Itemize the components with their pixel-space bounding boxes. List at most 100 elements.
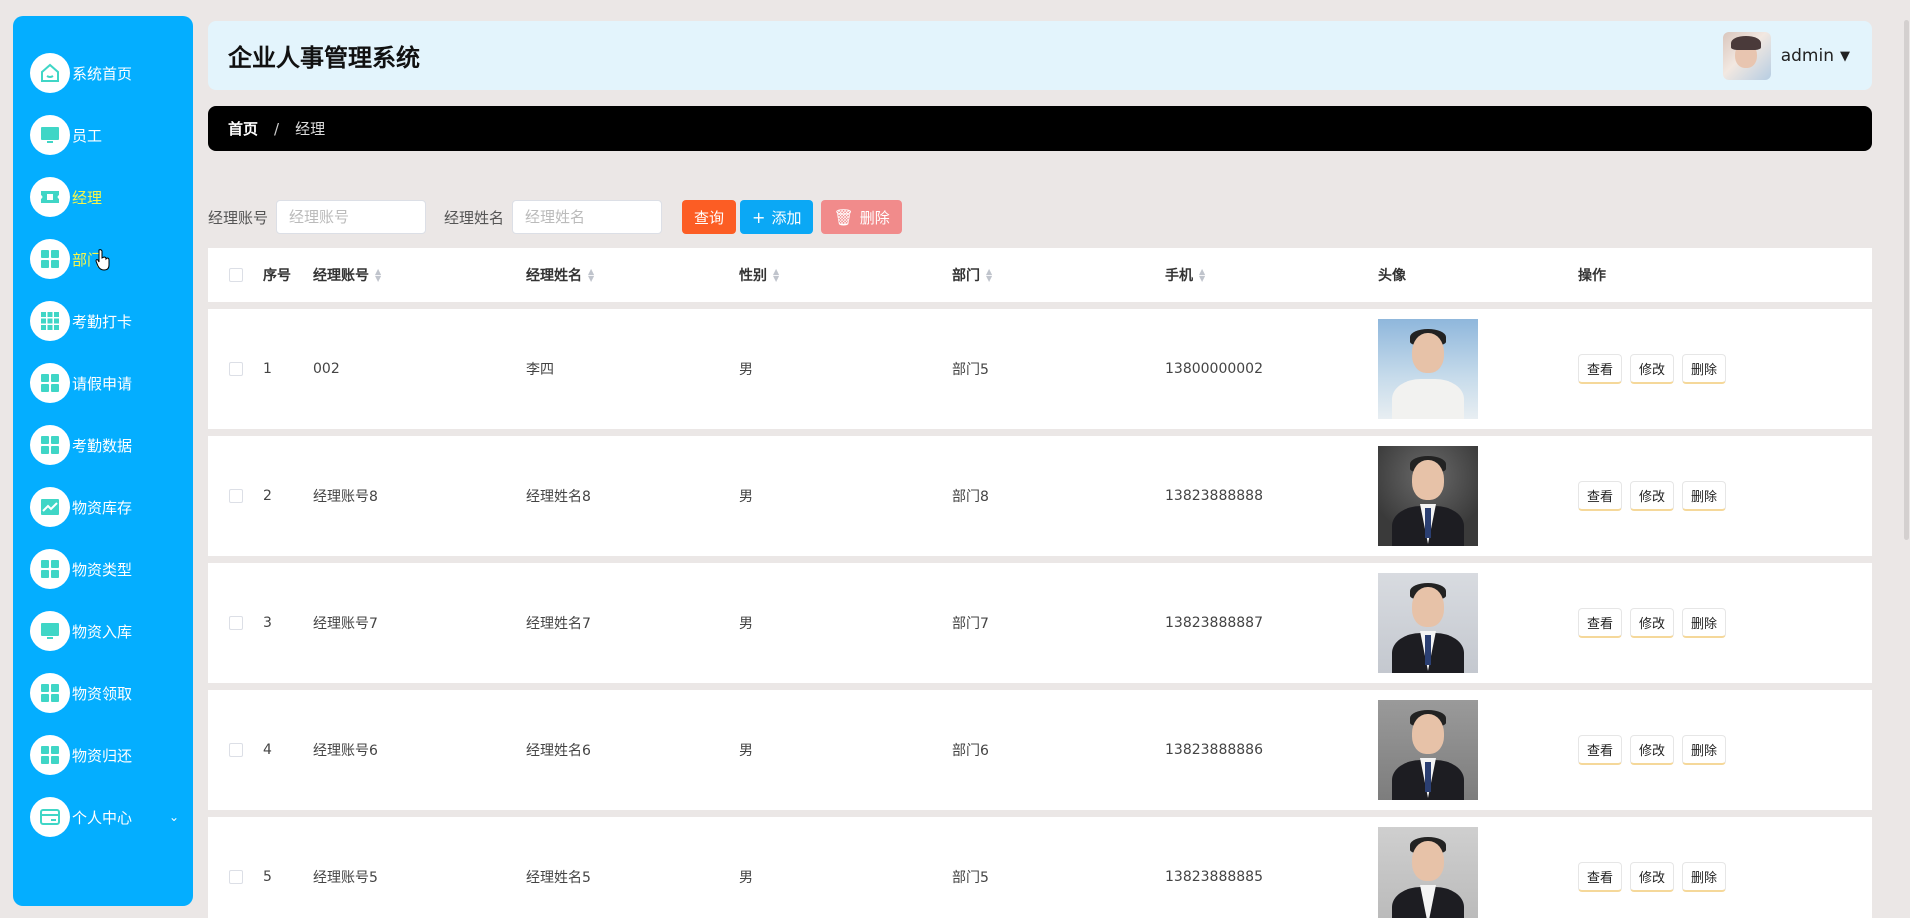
grid-icon: [30, 549, 70, 589]
cell-account: 002: [313, 361, 340, 377]
header-phone-sortable[interactable]: 手机 ▲ ▼: [1165, 265, 1378, 285]
edit-button[interactable]: 修改: [1630, 354, 1675, 384]
manager-photo[interactable]: [1378, 319, 1478, 419]
scrollbar-thumb[interactable]: [1904, 20, 1909, 540]
batch-delete-button[interactable]: 🗑 删除: [821, 200, 902, 234]
plus-icon: +: [752, 207, 766, 227]
table-row: 1 002 李四 男 部门5 13800000002 查看 修改 删除: [208, 309, 1872, 429]
sidebar-item-attendance[interactable]: 考勤打卡: [13, 290, 193, 352]
breadcrumb-current: 经理: [295, 120, 326, 138]
sidebar-item-personal-center[interactable]: 个人中心 ⌄: [13, 786, 193, 848]
sidebar-item-attendance-data[interactable]: 考勤数据: [13, 414, 193, 476]
sidebar-item-stock-in[interactable]: 物资入库: [13, 600, 193, 662]
view-button[interactable]: 查看: [1578, 735, 1623, 765]
grid9-icon: [30, 301, 70, 341]
user-menu[interactable]: admin ▼: [1722, 32, 1850, 80]
cell-name: 李四: [526, 362, 554, 378]
delete-button[interactable]: 删除: [1682, 481, 1727, 511]
header-sex-sortable[interactable]: 性别 ▲ ▼: [739, 265, 952, 285]
row-checkbox[interactable]: [228, 362, 243, 376]
delete-button[interactable]: 删除: [1682, 608, 1727, 638]
view-button[interactable]: 查看: [1578, 481, 1623, 511]
cell-name: 经理姓名5: [526, 870, 591, 886]
edit-button[interactable]: 修改: [1630, 735, 1675, 765]
sidebar-item-leave[interactable]: 请假申请: [13, 352, 193, 414]
cell-account: 经理账号8: [313, 489, 378, 505]
delete-button[interactable]: 删除: [1682, 735, 1727, 765]
cell-account: 经理账号6: [313, 743, 378, 759]
sidebar-item-employee[interactable]: 员工: [13, 104, 193, 166]
cell-phone: 13823888886: [1165, 742, 1263, 758]
cell-sex: 男: [739, 743, 753, 759]
view-button[interactable]: 查看: [1578, 862, 1623, 892]
page-scrollbar[interactable]: [1902, 0, 1910, 918]
cell-idx: 1: [263, 361, 272, 377]
sidebar-item-home[interactable]: 系统首页: [13, 42, 193, 104]
cell-dept: 部门5: [952, 870, 989, 886]
monitor-icon: [30, 611, 70, 651]
name-search-input[interactable]: [512, 200, 663, 234]
cell-sex: 男: [739, 616, 753, 632]
header-account-sortable[interactable]: 经理账号 ▲ ▼: [313, 265, 526, 285]
manager-photo[interactable]: [1378, 827, 1478, 918]
sidebar-item-inventory[interactable]: 物资库存: [13, 476, 193, 538]
row-checkbox[interactable]: [228, 489, 243, 503]
ticket-icon: [30, 177, 70, 217]
header-idx: 序号: [263, 268, 291, 284]
table-row: 5 经理账号5 经理姓名5 男 部门5 13823888885 查看 修改 删除: [208, 817, 1872, 918]
search-bar: 经理账号 经理姓名 查询 + 添加 🗑 删除: [208, 200, 902, 234]
cell-name: 经理姓名7: [526, 616, 591, 632]
cell-sex: 男: [739, 489, 753, 505]
edit-button[interactable]: 修改: [1630, 862, 1675, 892]
manager-photo[interactable]: [1378, 573, 1478, 673]
home-icon: [30, 53, 70, 93]
sidebar-item-label: 物资类型: [72, 560, 133, 579]
row-checkbox[interactable]: [228, 743, 243, 757]
edit-button[interactable]: 修改: [1630, 481, 1675, 511]
sidebar-item-department[interactable]: 部门: [13, 228, 193, 290]
cell-phone: 13800000002: [1165, 361, 1263, 377]
app-header: 企业人事管理系统 admin ▼: [208, 21, 1872, 90]
cell-dept: 部门8: [952, 489, 989, 505]
manager-table: 序号 经理账号 ▲ ▼ 经理姓名 ▲ ▼ 性别 ▲ ▼ 部门 ▲ ▼ 手机 ▲ ▼ 头像 操作 1 …: [208, 248, 1872, 918]
sidebar-item-material-type[interactable]: 物资类型: [13, 538, 193, 600]
select-all-checkbox[interactable]: [228, 268, 243, 282]
add-button[interactable]: + 添加: [740, 200, 814, 234]
cell-phone: 13823888887: [1165, 615, 1263, 631]
manager-photo[interactable]: [1378, 446, 1478, 546]
sidebar-item-label: 考勤打卡: [72, 312, 133, 331]
sidebar-item-label: 请假申请: [72, 374, 133, 393]
account-search-input[interactable]: [276, 200, 427, 234]
account-label: 经理账号: [208, 208, 269, 227]
row-checkbox[interactable]: [228, 616, 243, 630]
cell-sex: 男: [739, 870, 753, 886]
manager-photo[interactable]: [1378, 700, 1478, 800]
view-button[interactable]: 查看: [1578, 608, 1623, 638]
grid-icon: [30, 673, 70, 713]
grid-icon: [30, 363, 70, 403]
header-account: 经理账号: [313, 268, 369, 284]
delete-button[interactable]: 删除: [1682, 354, 1727, 384]
cell-dept: 部门5: [952, 362, 989, 378]
view-button[interactable]: 查看: [1578, 354, 1623, 384]
grid-icon: [30, 425, 70, 465]
breadcrumb-home[interactable]: 首页: [228, 118, 258, 139]
cell-dept: 部门7: [952, 616, 989, 632]
grid-icon: [30, 735, 70, 775]
edit-button[interactable]: 修改: [1630, 608, 1675, 638]
header-name-sortable[interactable]: 经理姓名 ▲ ▼: [526, 265, 739, 285]
header-dept-sortable[interactable]: 部门 ▲ ▼: [952, 265, 1165, 285]
chevron-down-icon[interactable]: ⌄: [169, 810, 179, 824]
cell-account: 经理账号5: [313, 870, 378, 886]
delete-button[interactable]: 删除: [1682, 862, 1727, 892]
sidebar-item-material-claim[interactable]: 物资领取: [13, 662, 193, 724]
table-row: 4 经理账号6 经理姓名6 男 部门6 13823888886 查看 修改 删除: [208, 690, 1872, 810]
cell-phone: 13823888888: [1165, 488, 1263, 504]
sidebar-item-manager[interactable]: 经理: [13, 166, 193, 228]
mouse-pointer-icon: [95, 249, 110, 271]
header-ops: 操作: [1578, 268, 1606, 284]
query-button[interactable]: 查询: [682, 200, 737, 234]
sidebar-item-material-return[interactable]: 物资归还: [13, 724, 193, 786]
row-checkbox[interactable]: [228, 870, 243, 884]
sidebar-item-label: 物资归还: [72, 746, 133, 765]
